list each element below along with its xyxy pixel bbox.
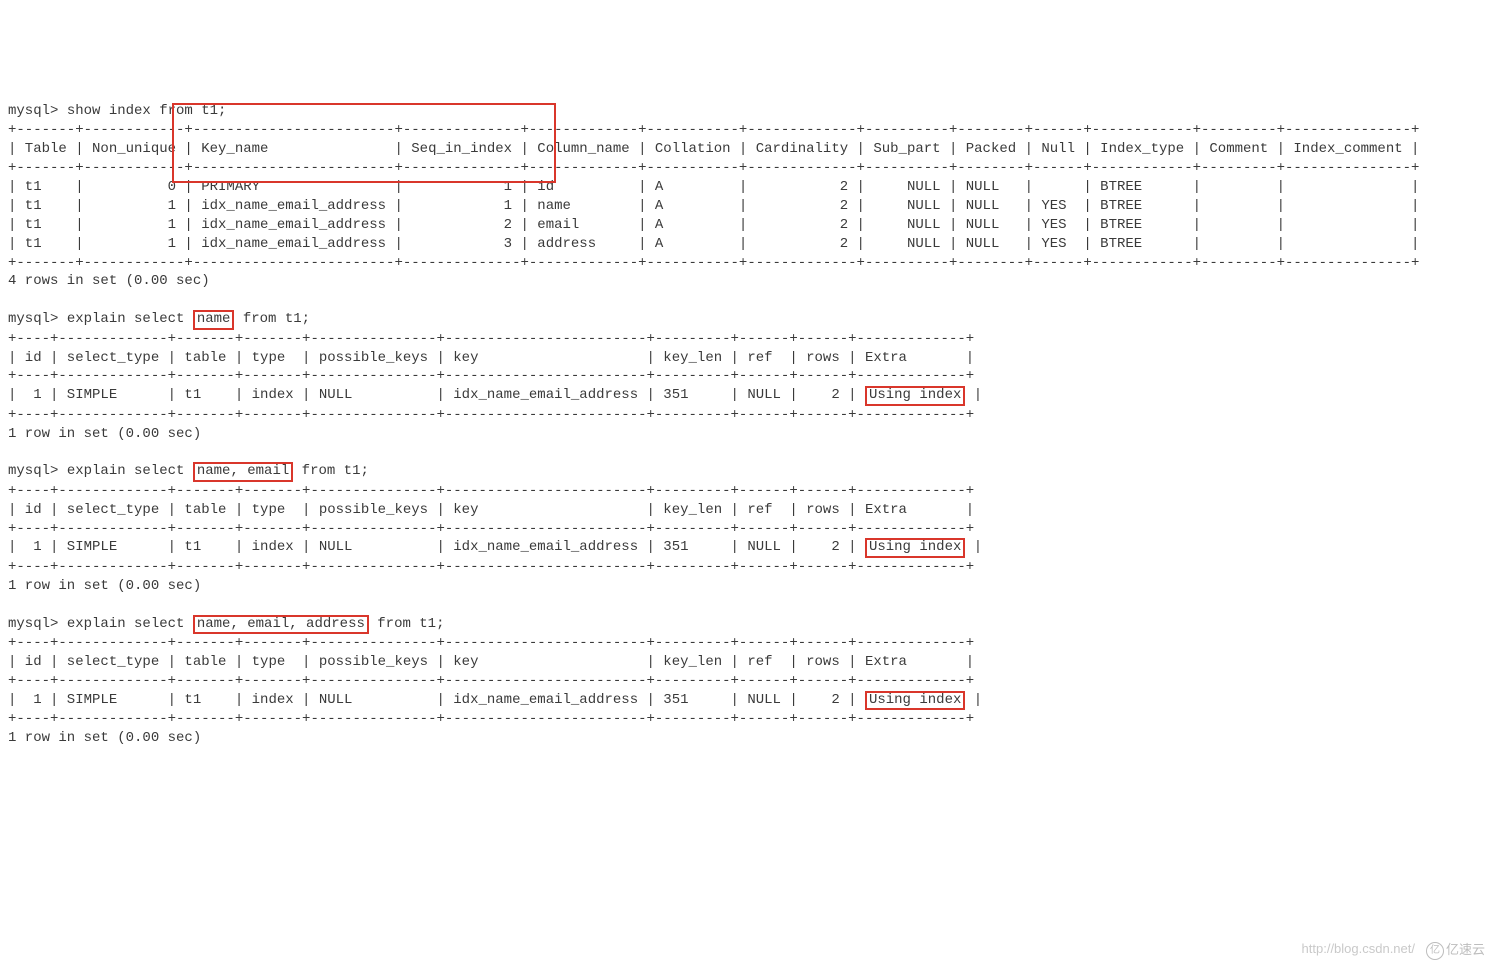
table-row: | t1 | 0 | PRIMARY | 1 | id | A | 2 | NU… — [8, 179, 1419, 195]
highlight-using-index: Using index — [865, 538, 965, 557]
logo-icon: 亿 — [1426, 942, 1444, 960]
table-sep: +----+-------------+-------+-------+----… — [8, 673, 974, 689]
table-row: | t1 | 1 | idx_name_email_address | 2 | … — [8, 217, 1419, 233]
highlight-columns: name — [193, 310, 235, 329]
table-header: | id | select_type | table | type | poss… — [8, 502, 974, 518]
row-post: | — [965, 692, 982, 708]
table-header: | Table | Non_unique | Key_name | Seq_in… — [8, 141, 1419, 157]
table-sep: +-------+------------+------------------… — [8, 122, 1419, 138]
prompt: mysql> — [8, 463, 67, 479]
table-sep: +-------+------------+------------------… — [8, 160, 1419, 176]
highlight-columns: name, email — [193, 462, 293, 481]
row-pre: | 1 | SIMPLE | t1 | index | NULL | idx_n… — [8, 387, 865, 403]
highlight-using-index: Using index — [865, 386, 965, 405]
sql-post: from t1; — [234, 311, 310, 327]
result-footer: 4 rows in set (0.00 sec) — [8, 273, 210, 289]
sql-pre: explain select — [67, 463, 193, 479]
row-pre: | 1 | SIMPLE | t1 | index | NULL | idx_n… — [8, 539, 865, 555]
table-row: | t1 | 1 | idx_name_email_address | 3 | … — [8, 236, 1419, 252]
table-header: | id | select_type | table | type | poss… — [8, 350, 974, 366]
sql-pre: explain select — [67, 616, 193, 632]
row-post: | — [965, 539, 982, 555]
row-pre: | 1 | SIMPLE | t1 | index | NULL | idx_n… — [8, 692, 865, 708]
table-sep: +----+-------------+-------+-------+----… — [8, 407, 974, 423]
sql-query: show index from t1; — [67, 103, 227, 119]
table-sep: +----+-------------+-------+-------+----… — [8, 368, 974, 384]
result-footer: 1 row in set (0.00 sec) — [8, 730, 201, 746]
table-sep: +-------+------------+------------------… — [8, 255, 1419, 271]
sql-post: from t1; — [369, 616, 445, 632]
table-row: | t1 | 1 | idx_name_email_address | 1 | … — [8, 198, 1419, 214]
table-header: | id | select_type | table | type | poss… — [8, 654, 974, 670]
prompt: mysql> — [8, 311, 67, 327]
prompt: mysql> — [8, 616, 67, 632]
result-footer: 1 row in set (0.00 sec) — [8, 426, 201, 442]
sql-post: from t1; — [293, 463, 369, 479]
watermark-text: http://blog.csdn.net/ — [1302, 940, 1415, 958]
prompt: mysql> — [8, 103, 67, 119]
row-post: | — [965, 387, 982, 403]
terminal-output: mysql> show index from t1; +-------+----… — [8, 84, 1497, 748]
result-footer: 1 row in set (0.00 sec) — [8, 578, 201, 594]
logo-badge: 亿亿速云 — [1419, 923, 1485, 959]
highlight-using-index: Using index — [865, 691, 965, 710]
sql-pre: explain select — [67, 311, 193, 327]
logo-text: 亿速云 — [1446, 942, 1485, 957]
table-sep: +----+-------------+-------+-------+----… — [8, 711, 974, 727]
table-sep: +----+-------------+-------+-------+----… — [8, 331, 974, 347]
highlight-columns: name, email, address — [193, 615, 369, 634]
table-sep: +----+-------------+-------+-------+----… — [8, 559, 974, 575]
table-sep: +----+-------------+-------+-------+----… — [8, 483, 974, 499]
table-sep: +----+-------------+-------+-------+----… — [8, 635, 974, 651]
table-sep: +----+-------------+-------+-------+----… — [8, 521, 974, 537]
